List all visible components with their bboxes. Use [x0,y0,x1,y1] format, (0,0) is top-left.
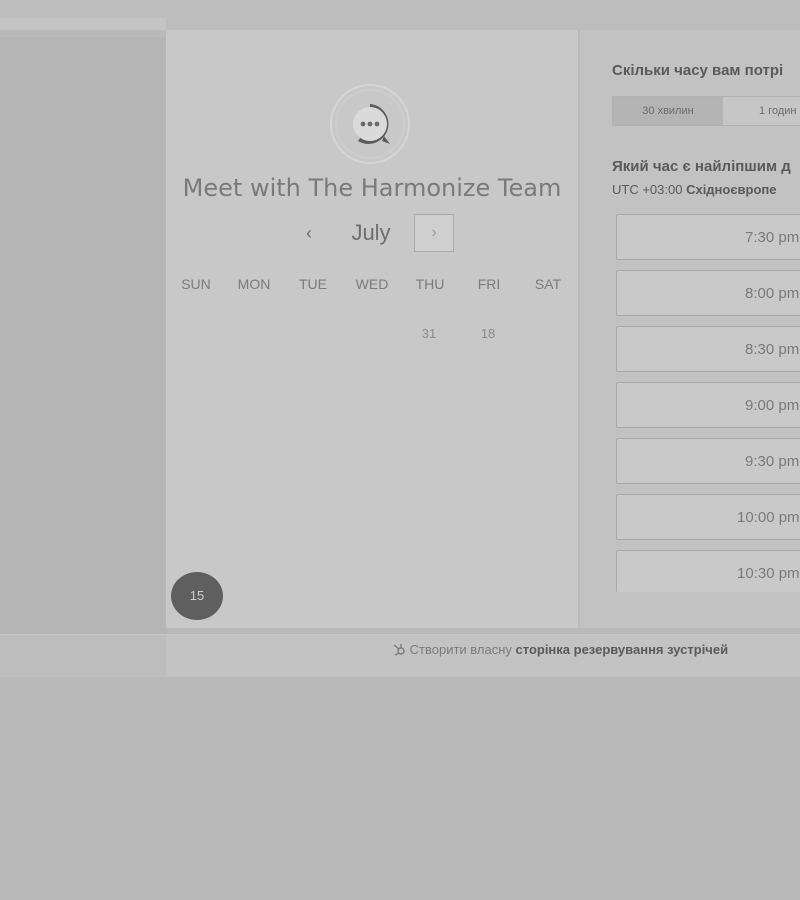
month-navigation: ‹ July › [166,212,578,256]
weekday-sat: SAT [534,276,562,292]
calendar-panel: Meet with The Harmonize Team ‹ July › SU… [166,30,578,628]
time-slot-label: 9:30 pm [745,453,800,470]
calendar-days: 31 18 [166,326,578,350]
weekday-fri: FRI [477,276,501,292]
month-label: July [351,220,391,245]
time-slot[interactable]: 7:30 pm [616,214,800,260]
chat-bubble-icon [330,84,410,164]
scheduler-panel: Скільки часу вам потрі 30 хвилин 1 годин… [580,30,800,628]
time-question: Який час є найліпшим д [612,158,791,175]
time-slot-label: 10:00 pm [737,509,800,526]
weekday-header: SUN MON TUE WED THU FRI SAT [166,276,578,296]
footer-bold: сторінка резервування зустрічей [515,642,729,657]
time-slot-label: 9:00 pm [745,397,800,414]
weekday-wed: WED [355,276,389,292]
weekday-tue: TUE [299,276,327,292]
page-title: Meet with The Harmonize Team [182,174,562,202]
time-slot-label: 7:30 pm [745,229,800,246]
time-slot[interactable]: 8:00 pm [616,270,800,316]
time-slot[interactable]: 10:00 pm [616,494,800,540]
duration-question: Скільки часу вам потрі [612,62,784,79]
time-slot-label: 10:30 pm [737,565,800,582]
day-cell[interactable]: 31 [400,326,458,341]
weekday-sun: SUN [181,276,211,292]
duration-option-1-hour[interactable]: 1 годин [723,97,800,125]
top-strip [0,0,800,30]
top-strip-inner [0,18,166,30]
timezone-label[interactable]: UTC +03:00 Східноєвропе [612,182,777,197]
weekday-thu: THU [415,276,445,292]
day-cell[interactable]: 18 [459,326,517,341]
today-badge[interactable]: 15 [171,572,223,620]
time-slot-label: 8:00 pm [745,285,800,302]
footer-prefix: Створити власну [409,642,512,657]
next-month-button[interactable]: › [414,214,454,252]
prev-month-button[interactable]: ‹ [294,218,324,248]
time-slot[interactable]: 8:30 pm [616,326,800,372]
time-slot-label: 8:30 pm [745,341,800,358]
duration-selector: 30 хвилин 1 годин [612,96,800,126]
weekday-mon: MON [237,276,271,292]
duration-option-30-min[interactable]: 30 хвилин [613,97,723,125]
timezone-offset: UTC +03:00 [612,182,683,197]
time-slot[interactable]: 9:00 pm [616,382,800,428]
hubspot-sprocket-icon [392,642,410,657]
left-background [0,37,166,634]
create-booking-page-link[interactable]: Створити власну сторінка резервування зу… [392,642,728,657]
time-slot[interactable]: 10:30 pm [616,550,800,592]
timezone-name: Східноєвропе [686,182,777,197]
time-slot[interactable]: 9:30 pm [616,438,800,484]
